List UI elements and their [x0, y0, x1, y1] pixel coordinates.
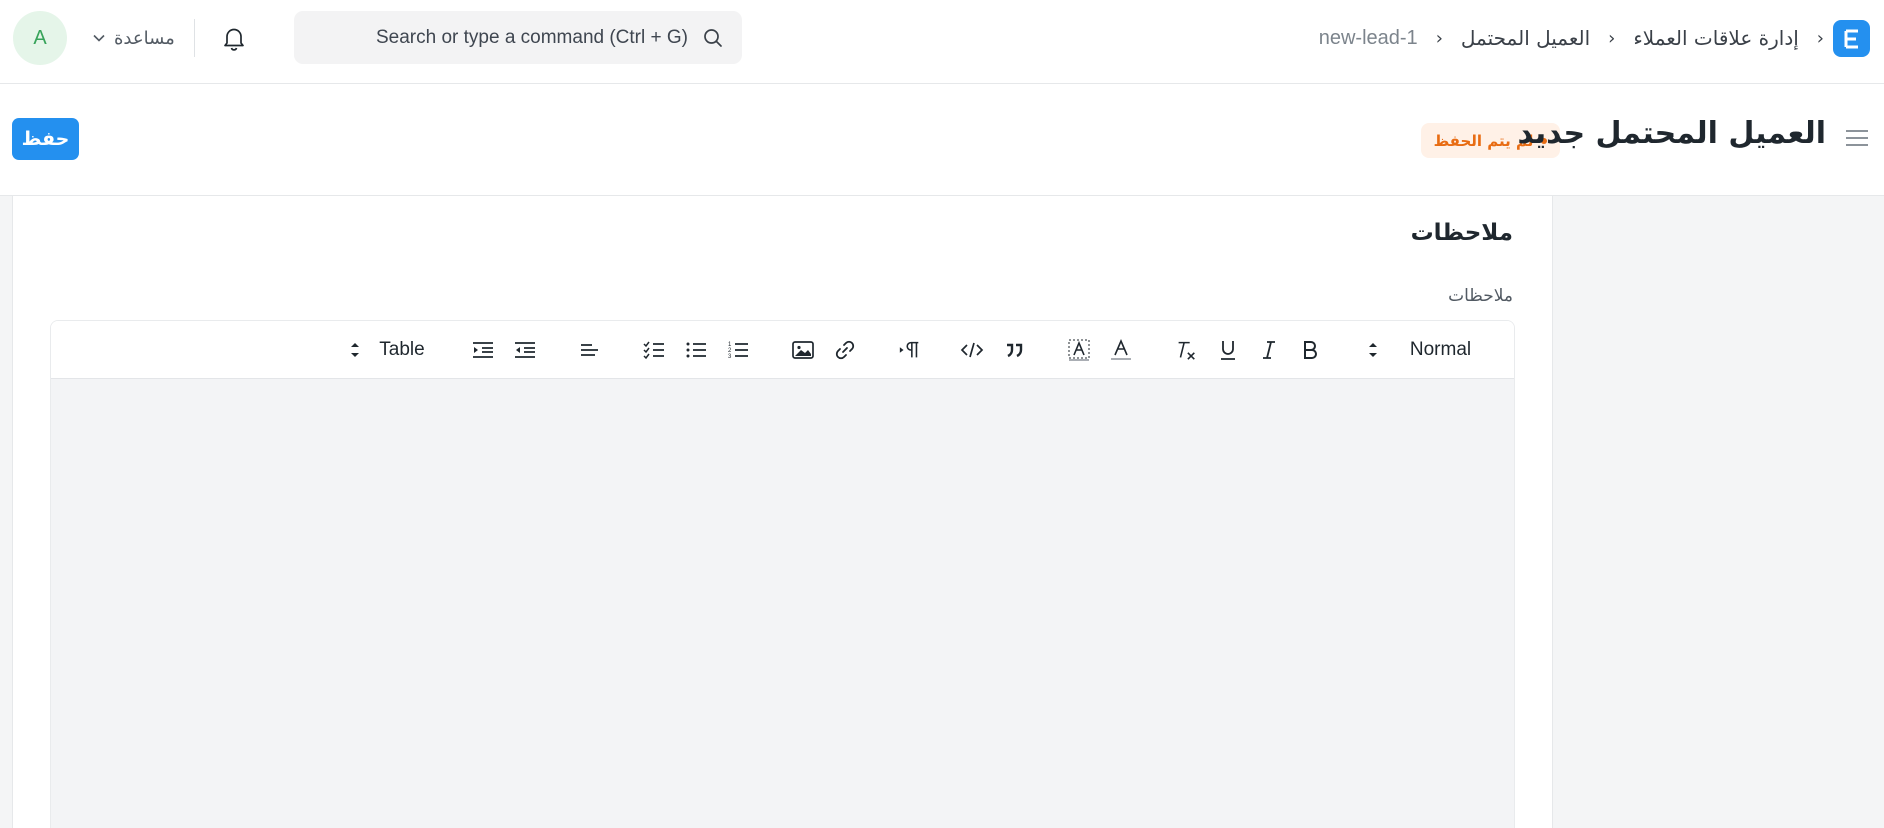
link-icon	[835, 340, 855, 360]
background-color-icon	[1068, 339, 1090, 361]
bold-button[interactable]	[1298, 338, 1322, 362]
ordered-list-icon: 123	[728, 342, 748, 360]
check-list-icon	[643, 341, 664, 360]
breadcrumb: ‹ إدارة علاقات العملاء ‹ العميل المحتمل …	[1319, 20, 1824, 56]
chevron-down-icon	[93, 34, 105, 42]
font-color-button[interactable]	[1109, 338, 1133, 362]
align-left-icon	[581, 344, 598, 356]
clear-format-icon	[1178, 341, 1195, 360]
search-bar[interactable]	[294, 11, 742, 64]
help-dropdown[interactable]: مساعدة	[92, 22, 175, 54]
svg-text:3: 3	[728, 354, 732, 360]
clear-format-button[interactable]	[1173, 338, 1199, 362]
section-title: ملاحظات	[1410, 220, 1513, 246]
header-select-value: Normal	[1409, 339, 1472, 360]
page-title: العميل المحتمل جديد	[1517, 116, 1826, 151]
nav-divider	[194, 19, 195, 57]
paragraph-direction-icon	[899, 341, 919, 358]
align-button[interactable]	[578, 338, 602, 362]
search-input[interactable]	[328, 26, 688, 49]
breadcrumb-separator: ‹	[1435, 27, 1443, 49]
bullet-list-button[interactable]	[684, 338, 708, 362]
form-card: ملاحظات ملاحظات Normal 1 2 3 Table	[12, 196, 1553, 828]
breadcrumb-lead[interactable]: العميل المحتمل	[1461, 26, 1590, 50]
editor-toolbar: Normal 1 2 3 Table	[51, 321, 1514, 379]
blockquote-button[interactable]	[1002, 338, 1026, 362]
table-sort-arrows-icon	[351, 343, 359, 357]
user-avatar[interactable]: A	[13, 11, 67, 65]
underline-button[interactable]	[1216, 338, 1240, 362]
quote-icon	[1007, 343, 1023, 358]
breadcrumb-crm[interactable]: إدارة علاقات العملاء	[1633, 26, 1798, 50]
app-logo-icon	[1844, 29, 1858, 48]
check-list-button[interactable]	[642, 338, 666, 362]
italic-icon	[1263, 341, 1275, 359]
page-header: حفظ لم يتم الحفظ العميل المحتمل جديد	[0, 84, 1884, 196]
background-color-button[interactable]	[1067, 338, 1091, 362]
sort-arrows-icon	[1369, 343, 1377, 357]
app-logo[interactable]	[1833, 20, 1870, 57]
bell-icon[interactable]	[220, 24, 248, 52]
image-icon	[792, 341, 814, 359]
breadcrumb-separator: ‹	[1608, 27, 1616, 49]
italic-button[interactable]	[1257, 338, 1281, 362]
editor-content-area[interactable]	[51, 379, 1514, 828]
field-label: ملاحظات	[1448, 286, 1513, 306]
image-button[interactable]	[791, 338, 815, 362]
sidebar-toggle-icon[interactable]	[1844, 126, 1870, 150]
code-icon	[960, 342, 984, 358]
navbar: A مساعدة ‹ إدارة علاقات العملاء ‹ العميل…	[0, 0, 1884, 84]
save-button[interactable]: حفظ	[12, 118, 79, 160]
bold-icon	[1304, 341, 1317, 359]
help-label: مساعدة	[114, 27, 175, 49]
search-icon	[704, 28, 722, 47]
bullet-list-icon	[686, 342, 706, 358]
outdent-button[interactable]	[513, 338, 537, 362]
text-editor: Normal 1 2 3 Table	[50, 320, 1515, 828]
table-select-label: Table	[379, 339, 425, 360]
underline-icon	[1221, 341, 1235, 360]
breadcrumb-separator: ‹	[1816, 27, 1824, 49]
ordered-list-button[interactable]: 123	[726, 338, 750, 362]
breadcrumb-current: new-lead-1	[1318, 26, 1418, 49]
text-direction-button[interactable]	[897, 338, 923, 362]
outdent-icon	[515, 342, 535, 358]
indent-button[interactable]	[471, 338, 495, 362]
code-block-button[interactable]	[960, 338, 984, 362]
indent-icon	[473, 342, 493, 358]
link-button[interactable]	[833, 338, 857, 362]
avatar-letter: A	[33, 26, 47, 49]
font-color-icon	[1111, 338, 1131, 360]
